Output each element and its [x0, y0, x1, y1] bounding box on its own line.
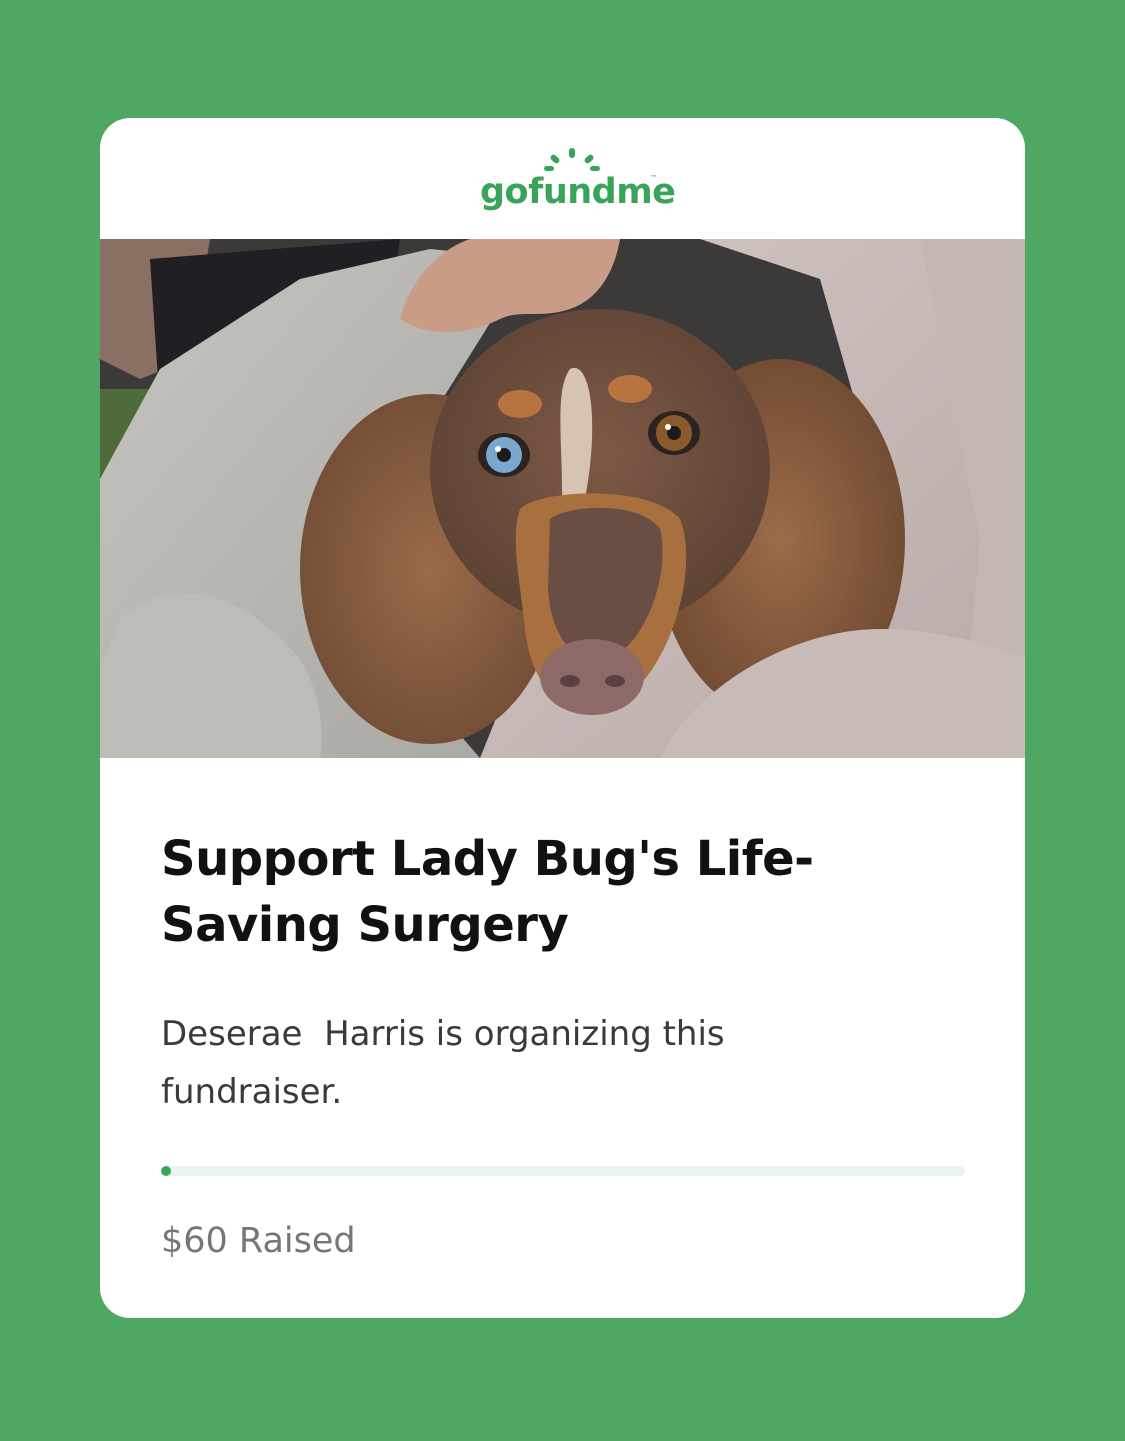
brand-header: gofundme ™: [100, 118, 1025, 239]
fundraiser-hero-image[interactable]: [100, 239, 1025, 758]
gofundme-logo: gofundme ™: [480, 148, 676, 228]
logo-wordmark: gofundme: [480, 172, 676, 212]
trademark-symbol: ™: [650, 174, 657, 182]
organizer-text: Deserae Harris is organizing this fundra…: [161, 1014, 736, 1112]
progress-bar-fill: [161, 1166, 171, 1176]
progress-bar: [161, 1166, 965, 1176]
fundraiser-title[interactable]: Support Lady Bug's Life-Saving Surgery: [161, 826, 861, 958]
sun-rays-icon: [544, 148, 600, 171]
dachshund-photo: [100, 239, 1025, 758]
fundraiser-card[interactable]: gofundme ™ Support Lady Bug's Life-Savin…: [100, 118, 1025, 1318]
amount-raised: $60 Raised: [161, 1221, 356, 1261]
